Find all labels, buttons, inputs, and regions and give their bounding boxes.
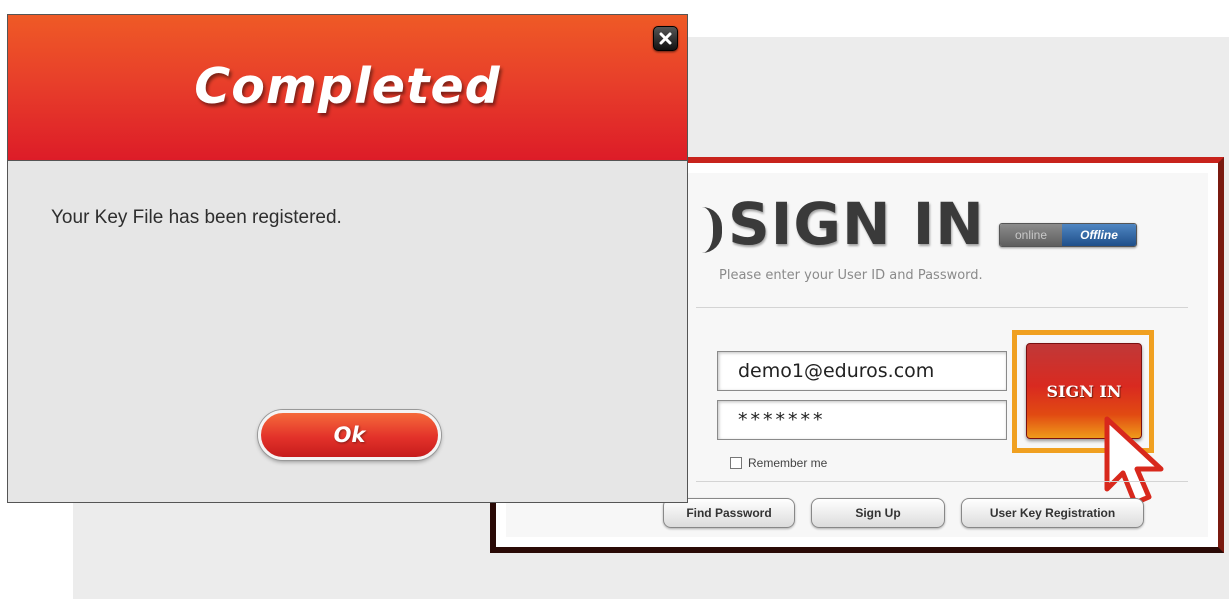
remember-me-option[interactable]: Remember me [730, 456, 827, 470]
signin-title: SIGN IN [728, 190, 985, 258]
user-key-registration-button[interactable]: User Key Registration [961, 498, 1144, 528]
dialog-title: Completed [194, 58, 501, 115]
sign-up-button[interactable]: Sign Up [811, 498, 945, 528]
signin-logo-icon [702, 207, 722, 253]
header-divider [696, 307, 1188, 308]
signin-subtitle: Please enter your User ID and Password. [719, 268, 983, 283]
dialog-message: Your Key File has been registered. [51, 207, 342, 228]
footer-divider [696, 481, 1188, 482]
toggle-online-option[interactable]: online [1000, 224, 1062, 246]
close-icon [659, 32, 672, 45]
password-input[interactable] [717, 400, 1007, 440]
ok-button[interactable]: Ok [258, 410, 441, 460]
remember-me-label: Remember me [748, 456, 828, 470]
user-id-input[interactable] [717, 351, 1007, 391]
dialog-header: Completed [8, 15, 687, 161]
completed-dialog: Completed Your Key File has been registe… [7, 14, 688, 503]
close-button[interactable] [653, 26, 678, 51]
toggle-offline-option[interactable]: Offline [1062, 224, 1136, 246]
remember-me-checkbox[interactable] [730, 457, 742, 469]
online-offline-toggle[interactable]: online Offline [999, 223, 1137, 247]
pointer-arrow-icon [1104, 416, 1164, 506]
